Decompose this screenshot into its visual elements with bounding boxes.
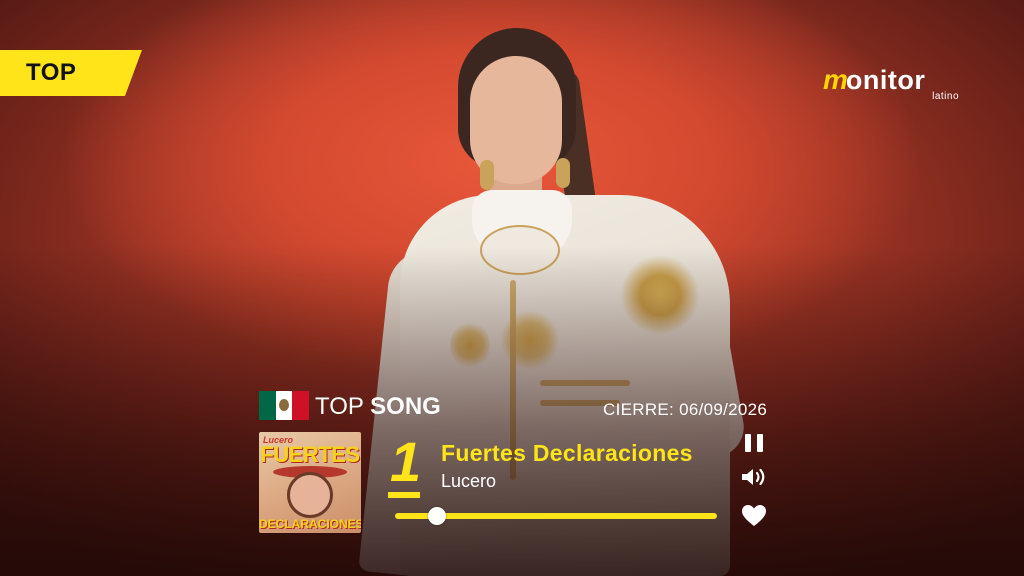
logo-subtitle: latino [932,91,959,102]
cover-portrait [287,472,333,518]
artist-name: Lucero [441,471,497,491]
logo-text: onitor [845,65,926,95]
top-badge: TOP [0,50,142,96]
cover-title-line1: FUERTES [260,442,360,467]
rank-number: 1 [390,430,422,493]
pause-icon[interactable] [745,434,763,452]
rank-badge: 1 [388,434,424,500]
bottom-fade [0,246,1024,576]
top-song-song: SONG [370,393,441,420]
top-song-top: TOP [315,393,364,420]
heart-icon[interactable] [741,504,767,528]
song-title: Fuertes Declaraciones [441,440,693,466]
logo-m: m [823,64,848,95]
monitor-latino-logo: m onitor latino [823,64,963,104]
mexico-flag-icon [259,391,310,420]
top-song-heading: TOP SONG [315,393,441,421]
cover-title-line2: DECLARACIONES [259,517,361,531]
progress-bar[interactable] [395,507,717,525]
rank-underline [388,492,420,498]
progress-handle[interactable] [427,507,446,525]
cierre-date: CIERRE: 06/09/2026 [603,400,768,419]
top-badge-label: TOP [26,59,77,86]
volume-icon[interactable] [740,466,768,488]
album-cover[interactable]: Lucero FUERTES DECLARACIONES [259,432,361,533]
